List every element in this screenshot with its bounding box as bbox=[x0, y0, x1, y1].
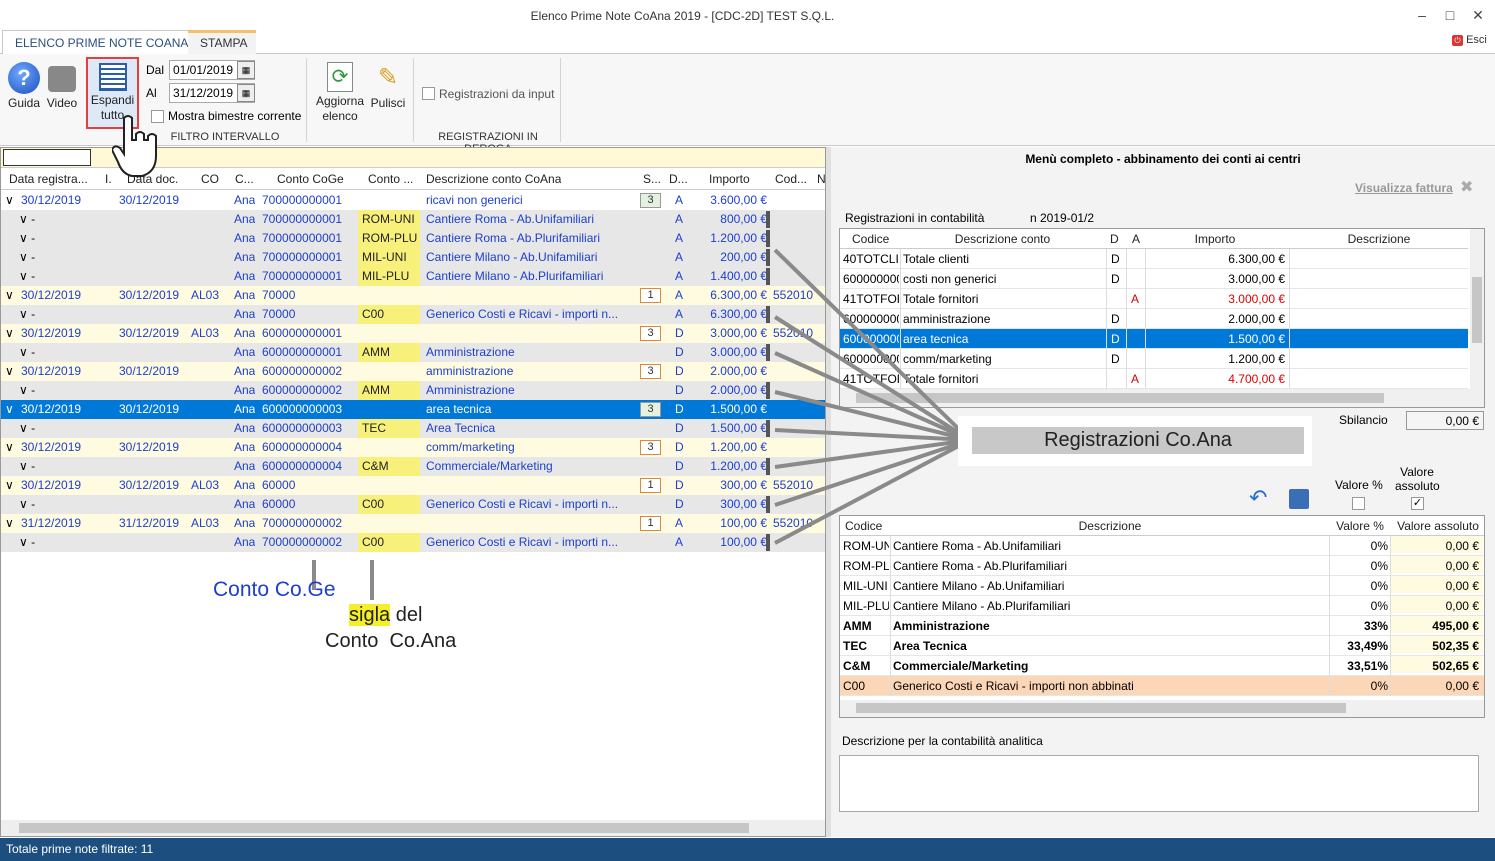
annotation-registrazioni: Registrazioni Co.Ana bbox=[972, 427, 1304, 454]
annotation-arrow bbox=[773, 315, 972, 442]
annotation-conto-coana: Conto Co.Ana bbox=[325, 630, 457, 652]
status-bar: Totale prime note filtrate: 11 bbox=[0, 838, 1495, 861]
annotation-arrow bbox=[774, 351, 971, 442]
annotation-conto-coge: Conto Co.Ge bbox=[213, 578, 336, 601]
annotation-sigla: sigla del bbox=[349, 604, 423, 626]
annotation-arrow bbox=[773, 248, 972, 442]
annotation-arrow bbox=[774, 438, 971, 507]
hand-cursor-icon bbox=[110, 114, 162, 178]
annotation-box: Registrazioni Co.Ana bbox=[958, 416, 1312, 466]
